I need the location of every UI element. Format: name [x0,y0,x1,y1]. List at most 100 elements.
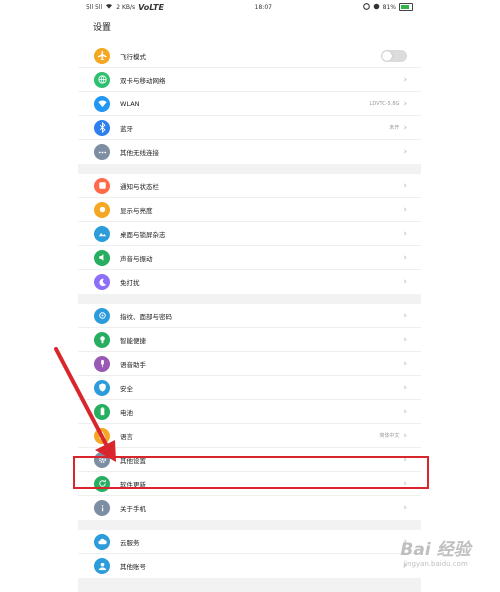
settings-item-update[interactable]: 软件更新 › [78,472,421,496]
chevron-right-icon: › [403,228,407,239]
settings-item-dnd[interactable]: 免打扰 › [78,270,421,294]
info-icon [94,500,110,516]
chevron-right-icon: › [403,98,407,109]
item-label: 安全 [120,384,133,393]
item-label: 声音与振动 [120,254,153,263]
item-label: 其他设置 [120,456,146,465]
chevron-right-icon: › [403,204,407,215]
cloud-icon [94,533,110,550]
section-gap [78,520,421,530]
notification-icon [94,177,110,194]
item-label: 软件更新 [120,480,146,489]
status-bar: 5ll 5ll 2 KB/s VoLTE 18:07 81% [78,0,421,14]
section-gap [78,294,421,304]
settings-item-language[interactable]: 语言 简体中文 › [78,424,421,448]
item-label: 飞行模式 [120,52,146,61]
smart-assist-icon [94,331,110,348]
item-label: 语言 [120,432,133,441]
settings-item-wireless[interactable]: 其他无线连接 › [78,140,421,164]
chevron-right-icon: › [403,277,407,287]
item-label: 其他账号 [120,563,146,571]
chevron-right-icon: › [403,454,407,465]
gear-icon [94,451,110,468]
alarm-icon [373,3,380,12]
chevron-right-icon: › [403,147,407,157]
chevron-right-icon: › [403,252,407,263]
item-value: LDVTC-5.8G [369,100,400,107]
battery-fill [400,5,409,9]
settings-item-cloud[interactable]: 云服务 › [78,530,421,554]
item-label: 其他无线连接 [120,149,159,157]
item-value: 简体中文 [379,433,400,439]
item-label: 语音助手 [120,360,146,369]
item-label: 双卡与移动网络 [120,76,166,85]
status-time: 18:07 [254,3,272,11]
settings-screen: 5ll 5ll 2 KB/s VoLTE 18:07 81% 设置 飞行模式 双… [78,0,421,592]
language-icon [94,427,110,444]
group-system: 指纹、面部与密码 › 智能便捷 › 语音助手 › 安全 › 电池 › 语言 简体… [78,304,421,520]
account-icon [94,558,110,574]
item-value: 未开 [389,125,400,131]
microphone-icon [94,355,110,372]
volte-badge: VoLTE [138,2,164,12]
item-label: 蓝牙 [120,124,133,133]
settings-item-fingerprint[interactable]: 指纹、面部与密码 › [78,304,421,328]
toggle-knob [382,50,392,61]
settings-item-wallpaper[interactable]: 桌面与锁屏杂志 › [78,222,421,246]
chevron-right-icon: › [403,358,407,369]
chevron-right-icon: › [403,561,407,571]
chevron-right-icon: › [403,503,407,513]
settings-item-assistant[interactable]: 语音助手 › [78,352,421,376]
wallpaper-icon [94,225,110,242]
item-label: 智能便捷 [120,336,146,345]
settings-item-smart[interactable]: 智能便捷 › [78,328,421,352]
chevron-right-icon: › [403,406,407,417]
settings-item-other[interactable]: 其他设置 › [78,448,421,472]
item-label: 免打扰 [120,279,140,287]
settings-item-notification[interactable]: 通知与状态栏 › [78,174,421,198]
item-label: 云服务 [120,538,140,547]
settings-item-wlan[interactable]: WLAN LDVTC-5.8G › [78,92,421,116]
settings-item-account[interactable]: 其他账号 › [78,554,421,578]
settings-item-display[interactable]: 显示与亮度 › [78,198,421,222]
settings-item-dual-sim[interactable]: 双卡与移动网络 › [78,68,421,92]
battery-percent: 81% [382,3,396,11]
chevron-right-icon: › [403,180,407,191]
globe-icon [94,71,110,88]
settings-item-security[interactable]: 安全 › [78,376,421,400]
fingerprint-icon [94,307,110,324]
speaker-icon [94,249,110,266]
chevron-right-icon: › [403,430,407,441]
signal-indicator: 5ll 5ll [86,3,103,11]
settings-item-sound[interactable]: 声音与振动 › [78,246,421,270]
wifi-status-icon [105,3,113,11]
item-label: 指纹、面部与密码 [120,312,172,321]
wifi-icon [94,95,110,112]
item-label: 显示与亮度 [120,206,153,215]
group-accounts: 云服务 › 其他账号 › [78,530,421,578]
item-label: 桌面与锁屏杂志 [120,230,166,239]
update-icon [94,475,110,492]
chevron-right-icon: › [403,334,407,345]
bluetooth-icon [94,119,110,136]
chevron-right-icon: › [403,382,407,393]
chevron-right-icon: › [403,122,407,133]
item-label: 关于手机 [120,505,146,513]
more-dots-icon [94,144,110,160]
airplane-toggle[interactable] [381,49,407,62]
airplane-icon [94,47,110,64]
battery-item-icon [94,403,110,420]
group-display: 通知与状态栏 › 显示与亮度 › 桌面与锁屏杂志 › 声音与振动 › 免打扰 › [78,174,421,294]
item-label: WLAN [120,99,140,108]
battery-icon [398,3,413,11]
brightness-icon [94,201,110,218]
network-speed: 2 KB/s [116,3,136,11]
chevron-right-icon: › [403,74,407,85]
settings-item-about[interactable]: 关于手机 › [78,496,421,520]
item-label: 通知与状态栏 [120,182,159,191]
settings-item-airplane[interactable]: 飞行模式 [78,44,421,68]
settings-item-battery[interactable]: 电池 › [78,400,421,424]
chevron-right-icon: › [403,310,407,321]
chevron-right-icon: › [403,478,407,489]
settings-item-bluetooth[interactable]: 蓝牙 未开 › [78,116,421,140]
